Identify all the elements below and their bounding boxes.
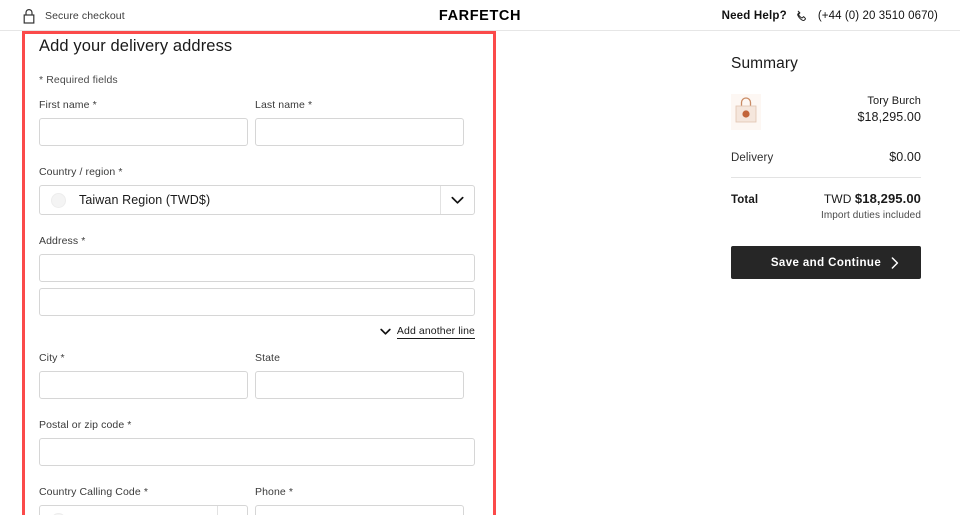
country-select[interactable]: Taiwan Region (TWD$) xyxy=(39,185,475,215)
page-title: Add your delivery address xyxy=(39,37,233,55)
address-line1-input[interactable] xyxy=(39,254,475,282)
chevron-down-icon[interactable] xyxy=(440,186,474,214)
total-currency: TWD xyxy=(823,192,852,206)
first-name-field-group: First name * xyxy=(39,99,248,146)
state-label: State xyxy=(255,352,281,364)
calling-code-select[interactable]: +886 xyxy=(39,505,248,515)
summary-line-item: Tory Burch $18,295.00 xyxy=(731,94,921,130)
first-name-input[interactable] xyxy=(39,118,248,146)
delivery-address-form: Add your delivery address * Required fie… xyxy=(39,36,475,515)
import-duties-note: Import duties included xyxy=(820,210,921,221)
summary-title: Summary xyxy=(731,55,799,72)
postal-code-input[interactable] xyxy=(39,438,475,466)
chevron-down-icon xyxy=(380,328,391,336)
add-another-line-label: Add another line xyxy=(396,325,475,339)
help-phone-number[interactable]: (+44 (0) 20 3510 0670) xyxy=(818,10,938,22)
delivery-label: Delivery xyxy=(731,152,774,164)
postal-code-label: Postal or zip code * xyxy=(39,419,132,431)
summary-divider xyxy=(731,177,921,178)
save-and-continue-label: Save and Continue xyxy=(770,256,882,269)
state-field-group: State xyxy=(255,352,464,399)
country-field-group: Country / region * Taiwan Region (TWD$) xyxy=(39,166,475,215)
tote-bag-thumbnail-icon[interactable] xyxy=(731,94,761,130)
need-help-label[interactable]: Need Help? xyxy=(722,10,787,22)
calling-code-label: Country Calling Code * xyxy=(39,486,149,498)
site-header: Secure checkout FARFETCH Need Help? (+44… xyxy=(0,0,960,31)
total-row: Total TWD $18,295.00 xyxy=(731,191,921,206)
delivery-row: Delivery $0.00 xyxy=(731,150,921,164)
last-name-field-group: Last name * xyxy=(255,99,464,146)
country-flag-icon xyxy=(51,192,66,208)
total-amount: $18,295.00 xyxy=(854,191,921,206)
save-and-continue-button[interactable]: Save and Continue xyxy=(731,246,921,279)
total-value: TWD $18,295.00 xyxy=(824,191,921,206)
address-line2-input[interactable] xyxy=(39,288,475,316)
chevron-down-icon[interactable] xyxy=(217,506,247,515)
order-summary-panel: Summary Tory Burch $18,295.00 Delivery $… xyxy=(731,55,921,279)
required-fields-note: * Required fields xyxy=(39,74,118,86)
city-label: City * xyxy=(39,352,65,364)
city-field-group: City * xyxy=(39,352,248,399)
state-input[interactable] xyxy=(255,371,464,399)
address-label: Address * xyxy=(39,235,86,247)
address-field-group: Address * xyxy=(39,235,475,316)
add-another-line-button[interactable]: Add another line xyxy=(380,325,475,339)
phone-icon xyxy=(796,9,809,23)
item-brand: Tory Burch xyxy=(867,95,921,107)
need-help-block: Need Help? (+44 (0) 20 3510 0670) xyxy=(722,0,938,31)
phone-label: Phone * xyxy=(255,486,294,498)
total-label: Total xyxy=(731,194,759,206)
chevron-right-icon xyxy=(891,256,899,269)
delivery-value: $0.00 xyxy=(889,150,921,164)
postal-code-field-group: Postal or zip code * xyxy=(39,419,475,466)
first-name-label: First name * xyxy=(39,99,97,111)
item-price: $18,295.00 xyxy=(857,110,921,124)
calling-code-field-group: Country Calling Code * +886 xyxy=(39,486,248,515)
country-selected-value: Taiwan Region (TWD$) xyxy=(79,193,211,207)
mouse-cursor-icon xyxy=(2,497,16,515)
phone-field-group: Phone * xyxy=(255,486,464,515)
last-name-label: Last name * xyxy=(255,99,313,111)
last-name-input[interactable] xyxy=(255,118,464,146)
city-input[interactable] xyxy=(39,371,248,399)
country-label: Country / region * xyxy=(39,166,123,178)
phone-input[interactable] xyxy=(255,505,464,515)
